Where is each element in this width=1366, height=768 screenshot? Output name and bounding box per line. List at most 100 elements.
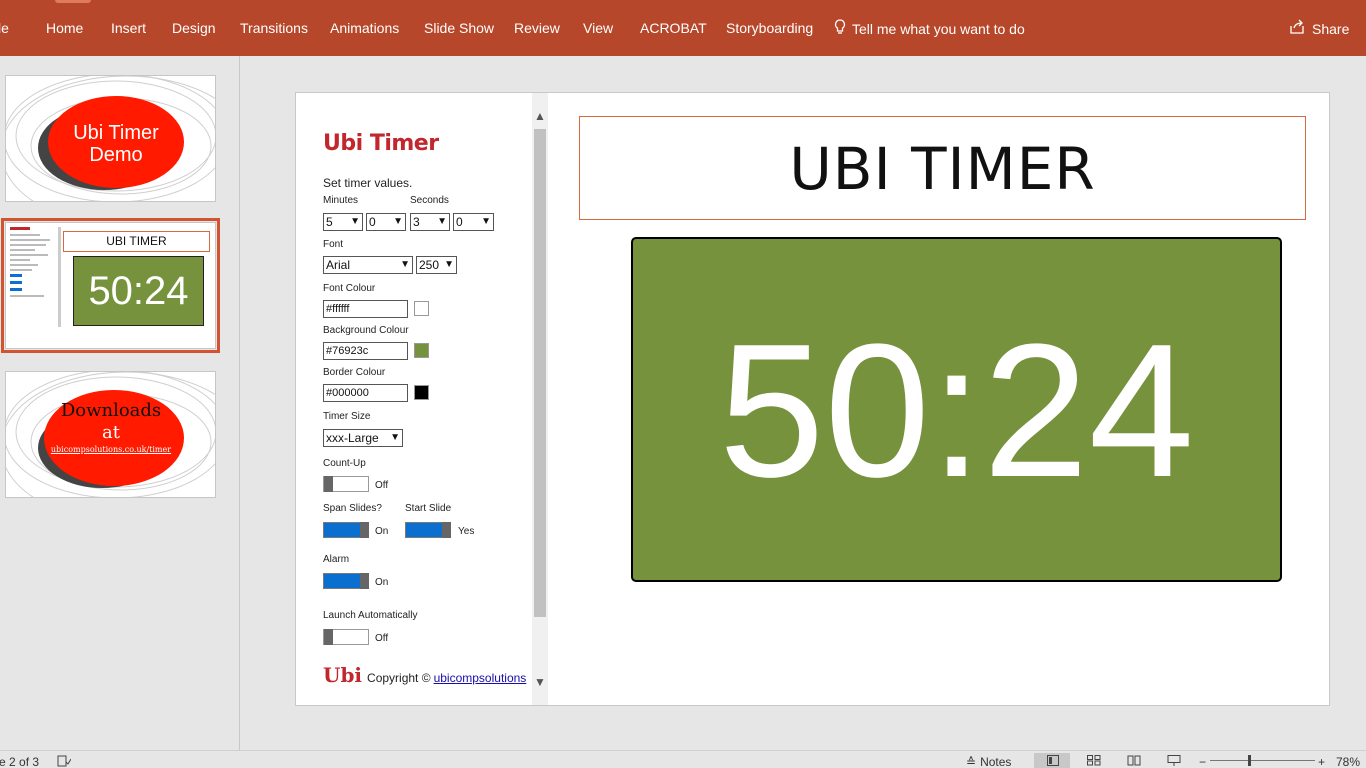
tab-design[interactable]: Design — [172, 20, 216, 36]
chevron-down-icon: ▼ — [437, 216, 447, 227]
zoom-level[interactable]: 78% — [1336, 755, 1360, 768]
start-slide-state: Yes — [458, 526, 475, 537]
quick-access-stub — [55, 0, 91, 3]
start-slide-label: Start Slide — [405, 503, 452, 514]
timer-size-label: Timer Size — [323, 411, 371, 422]
bg-colour-swatch[interactable] — [414, 343, 429, 358]
slide-thumbnail-pane: Ubi Timer Demo UBI TIMER 50:24 Downloads… — [0, 56, 240, 750]
bg-colour-label: Background Colour — [323, 325, 409, 336]
tab-slide-show[interactable]: Slide Show — [424, 20, 494, 36]
addin-scrollbar[interactable]: ▲ ▼ — [532, 93, 548, 705]
tell-me-text: Tell me what you want to do — [852, 20, 1025, 37]
seconds-ones-select[interactable]: 0 ▼ — [453, 213, 494, 231]
lightbulb-icon — [834, 19, 846, 38]
slide-sorter-icon[interactable] — [1087, 755, 1101, 768]
border-colour-label: Border Colour — [323, 367, 386, 378]
span-slides-toggle[interactable] — [323, 522, 369, 538]
status-bar: e 2 of 3 ≙ Notes − + 78% — [0, 750, 1366, 768]
thumb-downloads-link[interactable]: ubicompsolutions.co.uk/timer — [36, 444, 186, 456]
border-colour-swatch[interactable] — [414, 385, 429, 400]
slide-thumbnail-3[interactable]: Downloads at ubicompsolutions.co.uk/time… — [5, 371, 216, 498]
minutes-label: Minutes — [323, 195, 359, 206]
reading-view-icon[interactable] — [1127, 755, 1141, 768]
span-slides-label: Span Slides? — [323, 503, 382, 514]
addin-footer: Ubi Copyright © ubicompsolutions — [323, 665, 526, 685]
chevron-down-icon: ▼ — [400, 259, 410, 270]
thumb-downloads-line2: at — [102, 422, 120, 443]
scroll-up-icon[interactable]: ▲ — [532, 105, 548, 127]
tab-storyboarding[interactable]: Storyboarding — [726, 20, 813, 36]
thumb-downloads-line1: Downloads — [60, 400, 162, 421]
seconds-tens-select[interactable]: 3 ▼ — [410, 213, 450, 231]
count-up-state: Off — [375, 480, 389, 491]
thumb-slide-title: UBI TIMER — [63, 231, 210, 252]
ubi-timer-addin-panel: Ubi Timer Set timer values. Minutes Seco… — [296, 93, 548, 705]
tab-review[interactable]: Review — [514, 20, 560, 36]
scroll-down-icon[interactable]: ▼ — [532, 671, 548, 693]
seconds-label: Seconds — [410, 195, 449, 206]
normal-view-icon — [1047, 755, 1059, 768]
slideshow-icon[interactable] — [1167, 755, 1181, 768]
minutes-ones-select[interactable]: 0 ▼ — [366, 213, 406, 231]
chevron-down-icon: ▼ — [350, 216, 360, 227]
slide-title: UBI TIMER — [579, 116, 1306, 220]
thumb-addin-preview — [10, 227, 58, 345]
share-label: Share — [1312, 20, 1350, 37]
share-button[interactable]: Share — [1289, 19, 1349, 38]
ubi-logo: Ubi — [323, 663, 363, 687]
scrollbar-thumb[interactable] — [534, 129, 546, 617]
tab-transitions[interactable]: Transitions — [240, 20, 308, 36]
timer-size-select[interactable]: xxx-Large ▼ — [323, 429, 403, 447]
notes-button[interactable]: ≙ Notes — [966, 755, 1011, 768]
slide-counter: e 2 of 3 — [0, 755, 40, 768]
launch-auto-toggle[interactable] — [323, 629, 369, 645]
launch-auto-label: Launch Automatically — [323, 610, 418, 621]
font-family-select[interactable]: Arial ▼ — [323, 256, 413, 274]
tab-acrobat[interactable]: ACROBAT — [640, 20, 707, 36]
addin-title: Ubi Timer — [323, 131, 439, 156]
count-up-toggle[interactable] — [323, 476, 369, 492]
font-colour-label: Font Colour — [323, 283, 376, 294]
zoom-slider-thumb[interactable] — [1248, 755, 1251, 766]
font-colour-swatch[interactable] — [414, 301, 429, 316]
minutes-tens-select[interactable]: 5 ▼ — [323, 213, 363, 231]
thumb-title-line2: Demo — [89, 144, 143, 166]
slide-canvas: Ubi Timer Set timer values. Minutes Seco… — [295, 92, 1330, 706]
slide-thumbnail-2[interactable]: UBI TIMER 50:24 — [1, 218, 220, 353]
tab-animations[interactable]: Animations — [330, 20, 399, 36]
count-up-label: Count-Up — [323, 458, 366, 469]
copyright-link[interactable]: ubicompsolutions — [434, 671, 527, 685]
timer-display: 50:24 — [631, 237, 1282, 582]
thumb-timer: 50:24 — [73, 256, 204, 326]
alarm-label: Alarm — [323, 554, 350, 565]
border-colour-input[interactable]: #000000 — [323, 384, 408, 402]
copyright-text: Copyright © — [367, 671, 431, 685]
font-colour-input[interactable]: #ffffff — [323, 300, 408, 318]
tab-insert[interactable]: Insert — [111, 20, 146, 36]
font-size-select[interactable]: 250 ▼ — [416, 256, 457, 274]
tab-file[interactable]: le — [0, 20, 9, 36]
chevron-down-icon: ▼ — [390, 432, 400, 443]
chevron-down-icon: ▼ — [444, 259, 454, 270]
thumb-title-line1: Ubi Timer — [73, 122, 159, 144]
tell-me-box[interactable]: Tell me what you want to do — [834, 19, 1025, 38]
zoom-in-icon[interactable]: + — [1318, 755, 1325, 768]
tab-view[interactable]: View — [583, 20, 613, 36]
chevron-down-icon: ▼ — [481, 216, 491, 227]
alarm-state: On — [375, 577, 389, 588]
spellcheck-icon[interactable] — [57, 755, 72, 768]
alarm-toggle[interactable] — [323, 573, 369, 589]
share-icon — [1289, 19, 1305, 38]
tab-home[interactable]: Home — [46, 20, 83, 36]
font-label: Font — [323, 239, 344, 250]
start-slide-toggle[interactable] — [405, 522, 451, 538]
ribbon: le Home Insert Design Transitions Animat… — [0, 0, 1366, 56]
slide-thumbnail-1[interactable]: Ubi Timer Demo — [5, 75, 216, 202]
addin-subtitle: Set timer values. — [323, 176, 413, 190]
bg-colour-input[interactable]: #76923c — [323, 342, 408, 360]
zoom-slider[interactable] — [1210, 760, 1315, 761]
launch-auto-state: Off — [375, 633, 389, 644]
zoom-out-icon[interactable]: − — [1199, 755, 1206, 768]
notes-icon: ≙ — [966, 755, 977, 768]
span-slides-state: On — [375, 526, 389, 537]
